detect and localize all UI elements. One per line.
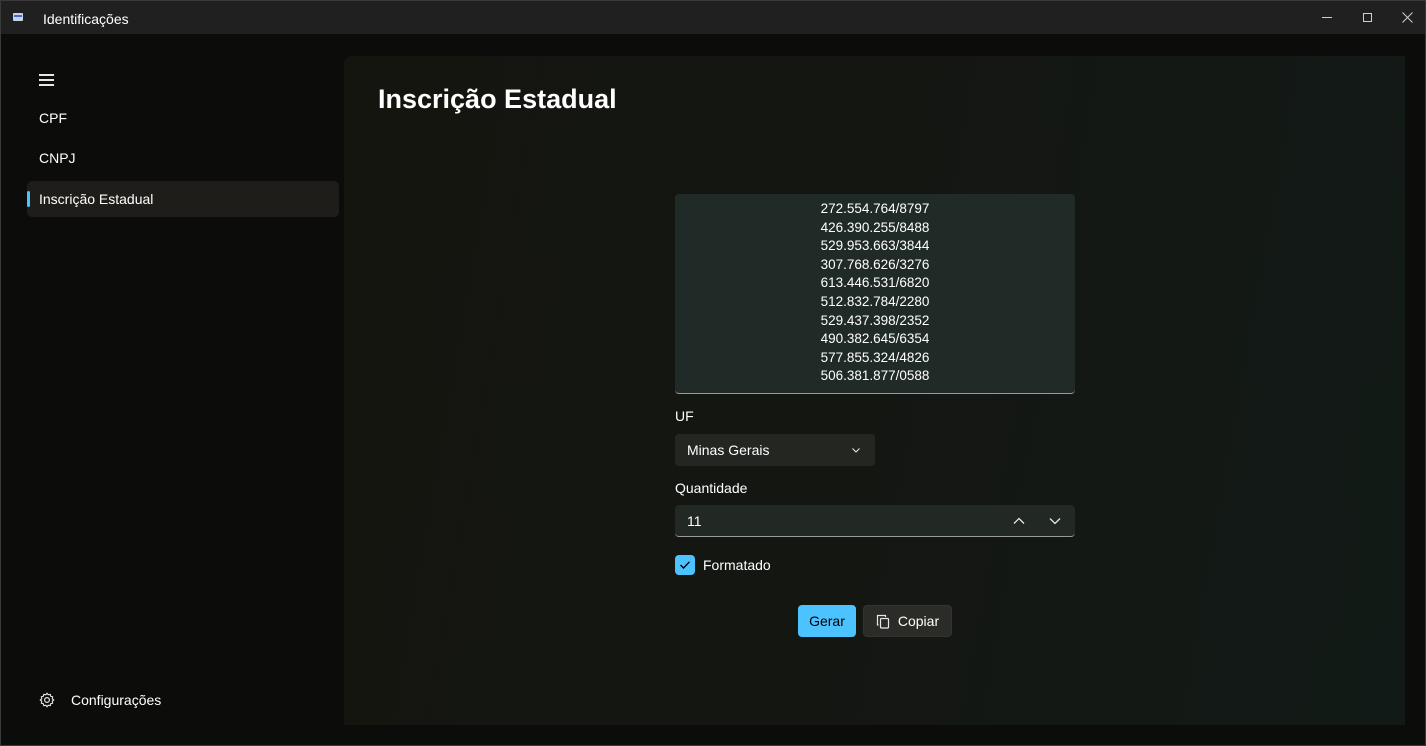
result-line: 506.381.877/0588 [820,368,930,384]
uf-dropdown[interactable]: Minas Gerais [675,434,875,466]
quantity-number-box[interactable]: 11 [675,505,1075,537]
generate-button-label: Gerar [809,613,845,629]
result-line: 307.768.626/3276 [820,256,930,272]
uf-label: UF [675,408,694,424]
nav-item-cnpj[interactable]: CNPJ [27,140,339,176]
quantity-label: Quantidade [675,480,748,496]
maximize-icon [1362,13,1372,22]
close-button[interactable] [1387,1,1426,34]
app-icon [13,13,23,21]
window-title: Identificações [43,11,129,27]
maximize-button[interactable] [1347,1,1387,34]
result-line: 613.446.531/6820 [820,275,930,291]
nav-item-inscricao-estadual[interactable]: Inscrição Estadual [27,181,339,217]
formatted-checkbox-row[interactable]: Formatado [675,555,771,575]
nav-item-label: Inscrição Estadual [39,191,154,207]
nav-item-label: CPF [39,110,67,126]
title-bar[interactable]: Identificações [1,1,1425,34]
check-icon [680,561,691,569]
results-textbox[interactable]: 272.554.764/8797 426.390.255/8488 529.95… [675,194,1075,394]
settings-label: Configurações [71,692,162,708]
uf-selected-value: Minas Gerais [687,442,770,458]
generate-button[interactable]: Gerar [798,605,856,637]
formatted-checkbox[interactable] [675,555,695,575]
hamburger-icon[interactable] [39,74,55,86]
chevron-down-icon [852,448,860,453]
formatted-label: Formatado [703,557,771,573]
chevron-up-icon [1013,517,1025,524]
copy-icon [876,614,889,629]
result-line: 512.832.784/2280 [820,293,930,309]
result-line: 272.554.764/8797 [820,201,930,216]
minimize-button[interactable] [1307,1,1347,34]
gear-icon [39,692,55,708]
quantity-value: 11 [687,512,702,529]
nav-item-cpf[interactable]: CPF [27,100,339,136]
selection-indicator [27,191,30,207]
app-window: Identificações CPF CNPJ Inscrição Estadu… [0,0,1426,746]
result-line: 529.437.398/2352 [820,312,930,328]
nav-item-settings[interactable]: Configurações [27,682,339,718]
decrement-button[interactable] [1037,505,1073,536]
nav-item-label: CNPJ [39,150,76,166]
content-area: Inscrição Estadual 272.554.764/8797 426.… [344,56,1405,725]
chevron-down-icon [1049,517,1061,524]
result-line: 529.953.663/3844 [820,238,930,254]
navigation-pane: CPF CNPJ Inscrição Estadual Configuraçõe… [1,34,344,746]
page-title: Inscrição Estadual [378,84,617,114]
result-line: 490.382.645/6354 [820,331,930,347]
result-line: 426.390.255/8488 [820,219,930,235]
increment-button[interactable] [1001,505,1037,536]
copy-button-label: Copiar [897,613,940,629]
minimize-icon [1322,17,1332,18]
copy-button[interactable]: Copiar [863,605,952,637]
close-icon [1401,12,1413,23]
result-line: 577.855.324/4826 [820,349,930,365]
